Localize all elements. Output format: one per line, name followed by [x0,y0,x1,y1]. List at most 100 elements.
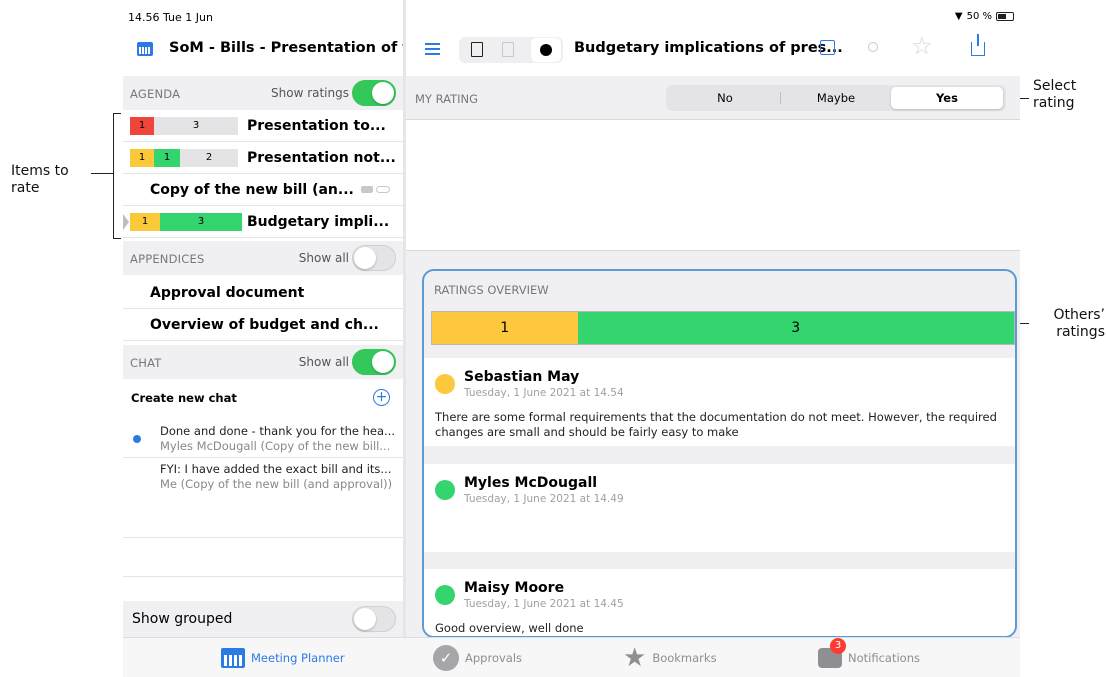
chat-list-item[interactable]: Done and done - thank you for the hea...… [123,418,403,458]
chat-header: CHAT Show all [123,345,403,379]
rating-date: Tuesday, 1 June 2021 at 14.54 [464,387,624,399]
page-icon[interactable] [471,42,483,57]
tab-bar: Meeting Planner ✓ Approvals ★ Bookmarks … [123,637,1020,677]
tab-label: Notifications [848,651,920,665]
annotation-select-rating: Select rating [1033,78,1077,111]
rating-option-no[interactable]: No [669,87,781,109]
agenda-item-title: Copy of the new bill (an... [150,182,354,198]
ratings-summary-bar: 1 3 [431,311,1015,345]
rating-comment: There are some formal requirements that … [435,410,997,439]
rating-bar: 1 3 [130,213,242,231]
approvals-check-icon: ✓ [433,645,459,671]
show-ratings-label: Show ratings [271,86,349,100]
rating-option-maybe[interactable]: Maybe [780,87,892,109]
rating-card: Sebastian May Tuesday, 1 June 2021 at 14… [424,358,1015,446]
status-indicators: ▼ 50 % [955,11,1014,22]
calendar-icon [221,648,245,668]
star-icon: ★ [623,643,647,673]
battery-percent: 50 % [966,11,992,22]
add-chat-icon[interactable]: + [373,389,390,406]
agenda-item-selected[interactable]: 1 3 Budgetary impli... [123,206,403,238]
annotation-items-to-rate: Items to rate [11,163,69,196]
selection-arrow-icon [123,214,129,230]
rating-color-dot [435,585,455,605]
annotation-bracket-items [113,113,121,239]
rating-count-gray: 2 [180,149,238,167]
summary-segment-yellow: 1 [432,312,578,344]
ink-color-button[interactable] [531,38,561,62]
rater-name: Sebastian May [464,369,580,385]
show-all-appendices-toggle[interactable] [352,245,396,271]
divider [123,537,403,538]
tab-label: Meeting Planner [251,651,345,665]
chat-sender: Myles McDougall (Copy of the new bill... [160,439,391,453]
tab-label: Approvals [465,651,523,665]
appendix-title: Overview of budget and ch... [150,317,379,333]
search-icon[interactable] [868,42,878,52]
rating-color-dot [435,480,455,500]
unread-dot-icon [133,435,141,443]
create-new-chat-label: Create new chat [131,391,237,405]
agenda-label: AGENDA [130,87,181,101]
agenda-item[interactable]: Copy of the new bill (an... [123,174,403,206]
status-time: 14.56 Tue 1 Jun [128,11,213,24]
annotation-line-items [91,173,113,174]
battery-icon [996,12,1014,21]
tab-bookmarks[interactable]: ★ Bookmarks [623,638,717,677]
show-grouped-row: Show grouped [123,601,403,637]
show-grouped-toggle[interactable] [352,606,396,632]
agenda-item-title: Budgetary impli... [247,214,390,230]
meeting-title[interactable]: SoM - Bills - Presentation of th... [169,40,436,56]
rating-segmented-control: No Maybe Yes [666,85,1006,111]
rating-card: Myles McDougall Tuesday, 1 June 2021 at … [424,464,1015,552]
view-mode-group [459,37,563,63]
annotation-others-ratings: Others’ ratings [1053,307,1106,340]
summary-segment-green: 3 [577,312,1014,344]
rating-count-red: 1 [130,117,154,135]
show-all-label: Show all [298,251,349,265]
agenda-item[interactable]: 1 3 Presentation to... [123,110,403,142]
chat-message: Done and done - thank you for the hea... [160,424,395,438]
notification-badge: 3 [830,638,846,654]
share-icon[interactable] [971,34,985,56]
attachment-icon [376,186,390,193]
edit-icon[interactable] [820,40,835,55]
menu-icon[interactable] [425,43,440,55]
show-all-label: Show all [298,355,349,369]
bookmark-star-icon[interactable]: ☆ [911,34,933,58]
rater-name: Myles McDougall [464,475,598,491]
appendix-title: Approval document [150,285,305,301]
appendices-label: APPENDICES [130,252,205,266]
appendix-item[interactable]: Approval document [123,277,403,309]
show-all-chat-toggle[interactable] [352,349,396,375]
tab-notifications[interactable]: 3 Notifications [818,638,920,677]
create-new-chat-row[interactable]: Create new chat + [123,381,403,415]
tab-label: Bookmarks [652,651,717,665]
rating-comment: Good overview, well done [435,621,584,635]
rating-color-dot [435,374,455,394]
rating-bar: 1 3 [130,117,238,135]
show-ratings-toggle[interactable] [352,80,396,106]
agenda-header: AGENDA Show ratings [123,76,403,110]
chat-list-item[interactable]: FYI: I have added the exact bill and its… [123,458,403,498]
rating-date: Tuesday, 1 June 2021 at 14.45 [464,598,624,610]
right-panel: ▼ 50 % Budgetary implications of pres...… [406,0,1020,638]
divider [123,576,403,577]
rating-date: Tuesday, 1 June 2021 at 14.49 [464,493,624,505]
calendar-icon [137,42,153,56]
annotate-icon[interactable] [502,42,514,57]
tab-meeting-planner[interactable]: Meeting Planner [221,638,345,677]
rating-option-yes[interactable]: Yes [891,87,1003,109]
agenda-item-title: Presentation to... [247,118,386,134]
appendix-item[interactable]: Overview of budget and ch... [123,309,403,341]
tab-approvals[interactable]: ✓ Approvals [433,638,522,677]
agenda-item-title: Presentation not... [247,150,396,166]
show-grouped-label: Show grouped [132,611,233,627]
my-rating-label: MY RATING [415,92,479,106]
appendices-header: APPENDICES Show all [123,241,403,275]
ratings-overview-label: RATINGS OVERVIEW [434,283,549,297]
document-title[interactable]: Budgetary implications of pres... [574,40,843,56]
rating-count-green: 3 [160,213,242,231]
wifi-icon: ▼ [954,11,963,22]
agenda-item[interactable]: 1 1 2 Presentation not... [123,142,403,174]
